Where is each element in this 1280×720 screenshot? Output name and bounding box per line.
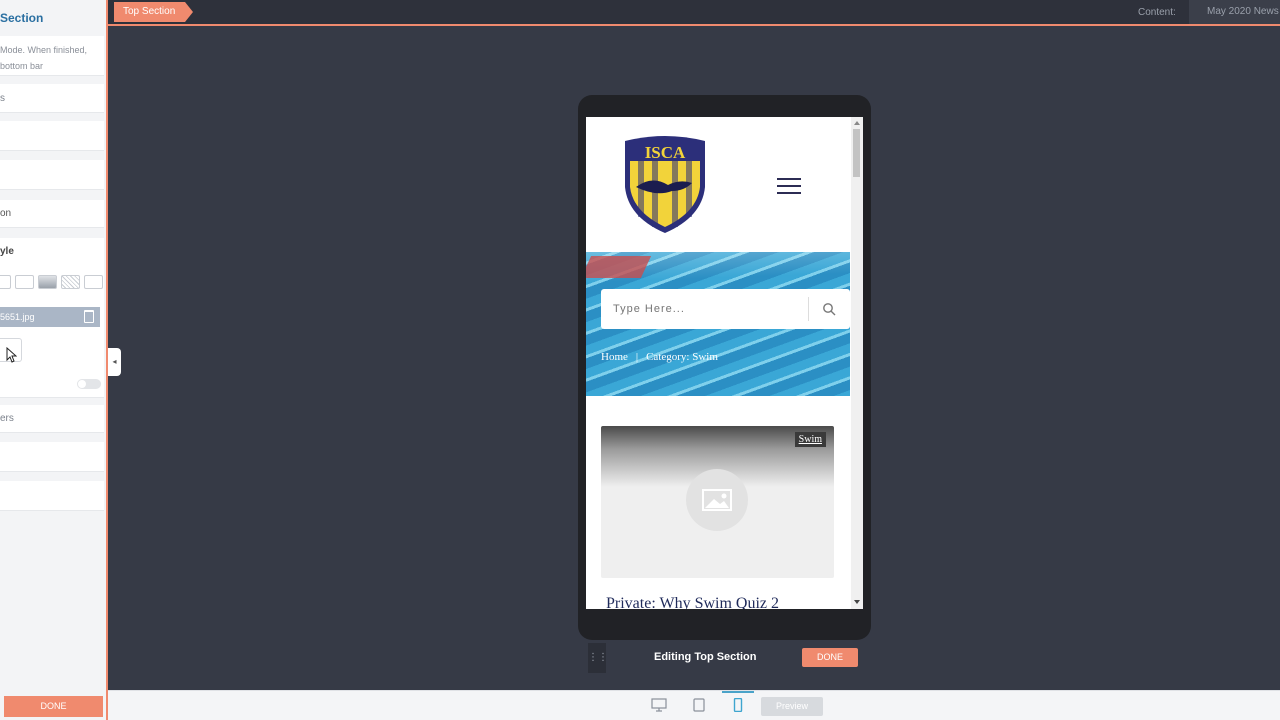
breadcrumb: Home | Category: Swim	[601, 351, 718, 363]
panel-row-4[interactable]: ers	[0, 405, 104, 433]
panel-row-1-label: s	[0, 93, 5, 104]
panel-row-2[interactable]: on	[0, 200, 104, 228]
panel-row-empty-1[interactable]	[0, 121, 104, 151]
trash-icon[interactable]	[84, 310, 94, 323]
isca-logo: ISCA	[625, 136, 705, 233]
category-tag[interactable]: Swim	[794, 432, 826, 447]
panel-row-empty-3[interactable]	[0, 442, 104, 472]
panel-done-button[interactable]: DONE	[4, 696, 103, 717]
scroll-down-icon[interactable]	[854, 600, 860, 604]
top-bar: Top Section Content: May 2020 News	[108, 0, 1280, 26]
search-divider	[808, 297, 809, 321]
panel-row-1[interactable]: s	[0, 84, 104, 113]
search-box	[601, 289, 850, 329]
scrollbar-thumb[interactable]	[853, 129, 860, 177]
editing-label: Editing Top Section	[654, 651, 757, 663]
panel-row-4-label: ers	[0, 413, 14, 424]
section-settings-panel: Section Mode. When finished, bottom bar …	[0, 0, 108, 720]
panel-row-empty-2[interactable]	[0, 160, 104, 190]
mobile-view-icon[interactable]	[730, 698, 746, 712]
collapse-panel-handle[interactable]: ◂	[108, 348, 121, 376]
scroll-up-icon[interactable]	[854, 121, 860, 125]
help-line-1: Mode. When finished,	[0, 45, 88, 55]
hamburger-menu-icon[interactable]	[777, 178, 801, 199]
desktop-view-icon[interactable]	[651, 698, 667, 712]
bg-gradient-icon[interactable]	[38, 275, 57, 289]
breadcrumb-current: Category: Swim	[646, 351, 718, 363]
breadcrumb-separator: |	[635, 351, 639, 363]
search-input[interactable]	[601, 289, 807, 329]
mouse-cursor-icon	[6, 347, 17, 363]
content-label: Content:	[1138, 7, 1176, 18]
panel-row-empty-4[interactable]	[0, 481, 104, 511]
preview-button[interactable]: Preview	[761, 697, 823, 716]
panel-row-3-label: yle	[0, 246, 14, 257]
background-image-file[interactable]: 5651.jpg	[0, 307, 100, 327]
help-line-2: bottom bar	[0, 61, 44, 71]
done-button[interactable]: DONE	[802, 648, 858, 667]
logo-text: ISCA	[645, 143, 686, 162]
post-title-link[interactable]: Private: Why Swim Quiz 2	[606, 595, 779, 609]
panel-title: Section	[0, 11, 44, 25]
bottom-bar: Preview	[108, 690, 1280, 720]
active-device-indicator	[722, 691, 754, 693]
tablet-view-icon[interactable]	[691, 698, 707, 712]
background-type-icons	[0, 275, 103, 289]
file-name: 5651.jpg	[0, 312, 35, 322]
content-selector[interactable]: May 2020 News	[1189, 0, 1280, 24]
bg-none-icon[interactable]	[0, 275, 11, 289]
panel-row-2-label: on	[0, 208, 12, 219]
preview-scrollbar[interactable]	[851, 117, 863, 609]
post-card-image[interactable]: Swim	[601, 426, 834, 578]
parallax-toggle[interactable]	[77, 379, 101, 389]
breadcrumb-home-link[interactable]: Home	[601, 351, 628, 363]
panel-help-text: Mode. When finished, bottom bar	[0, 36, 104, 76]
editing-bar: ⋮⋮ Editing Top Section DONE	[588, 640, 870, 676]
image-placeholder-icon	[686, 469, 748, 531]
mobile-preview-screen: ISCA Home | Category: Swim Swim Private: W…	[586, 117, 863, 609]
swimmer-image	[586, 256, 652, 278]
bg-image-icon[interactable]	[15, 275, 34, 289]
drag-grip-icon[interactable]: ⋮⋮	[588, 643, 608, 673]
bg-clear-icon[interactable]	[84, 275, 103, 289]
search-icon[interactable]	[822, 302, 836, 316]
section-breadcrumb-tab[interactable]: Top Section	[114, 2, 194, 22]
bg-pattern-icon[interactable]	[61, 275, 80, 289]
